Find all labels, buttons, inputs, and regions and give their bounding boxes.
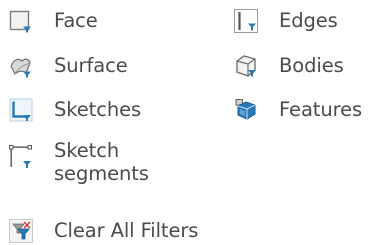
filter-bodies-label: Bodies — [279, 54, 344, 77]
filter-sketch-segments-line1: Sketch — [54, 139, 120, 162]
clear-all-filters-label: Clear All Filters — [54, 219, 199, 242]
filter-face[interactable]: Face — [9, 9, 98, 33]
filter-bodies[interactable]: Bodies — [234, 54, 344, 78]
filter-features-label: Features — [279, 98, 363, 121]
filter-sketch-segments[interactable]: Sketch segments — [9, 139, 149, 185]
filter-features[interactable]: Features — [234, 98, 362, 122]
filter-surface-label: Surface — [54, 54, 128, 77]
edges-filter-icon — [234, 9, 258, 33]
filter-surface[interactable]: Surface — [9, 54, 128, 78]
filter-edges[interactable]: Edges — [234, 9, 338, 33]
filter-sketches-label: Sketches — [54, 98, 142, 121]
features-filter-icon — [234, 98, 258, 122]
filter-sketch-segments-line2: segments — [54, 162, 149, 185]
face-filter-icon — [9, 9, 33, 33]
filter-face-label: Face — [54, 9, 98, 32]
surface-filter-icon — [9, 54, 33, 78]
filter-edges-label: Edges — [279, 9, 338, 32]
filter-sketch-segments-label: Sketch segments — [54, 139, 149, 185]
sketches-filter-icon — [9, 98, 33, 122]
clear-filters-icon — [9, 219, 33, 243]
sketch-segments-filter-icon — [9, 145, 33, 169]
filter-sketches[interactable]: Sketches — [9, 98, 141, 122]
clear-all-filters-button[interactable]: Clear All Filters — [9, 219, 198, 243]
bodies-filter-icon — [234, 54, 258, 78]
